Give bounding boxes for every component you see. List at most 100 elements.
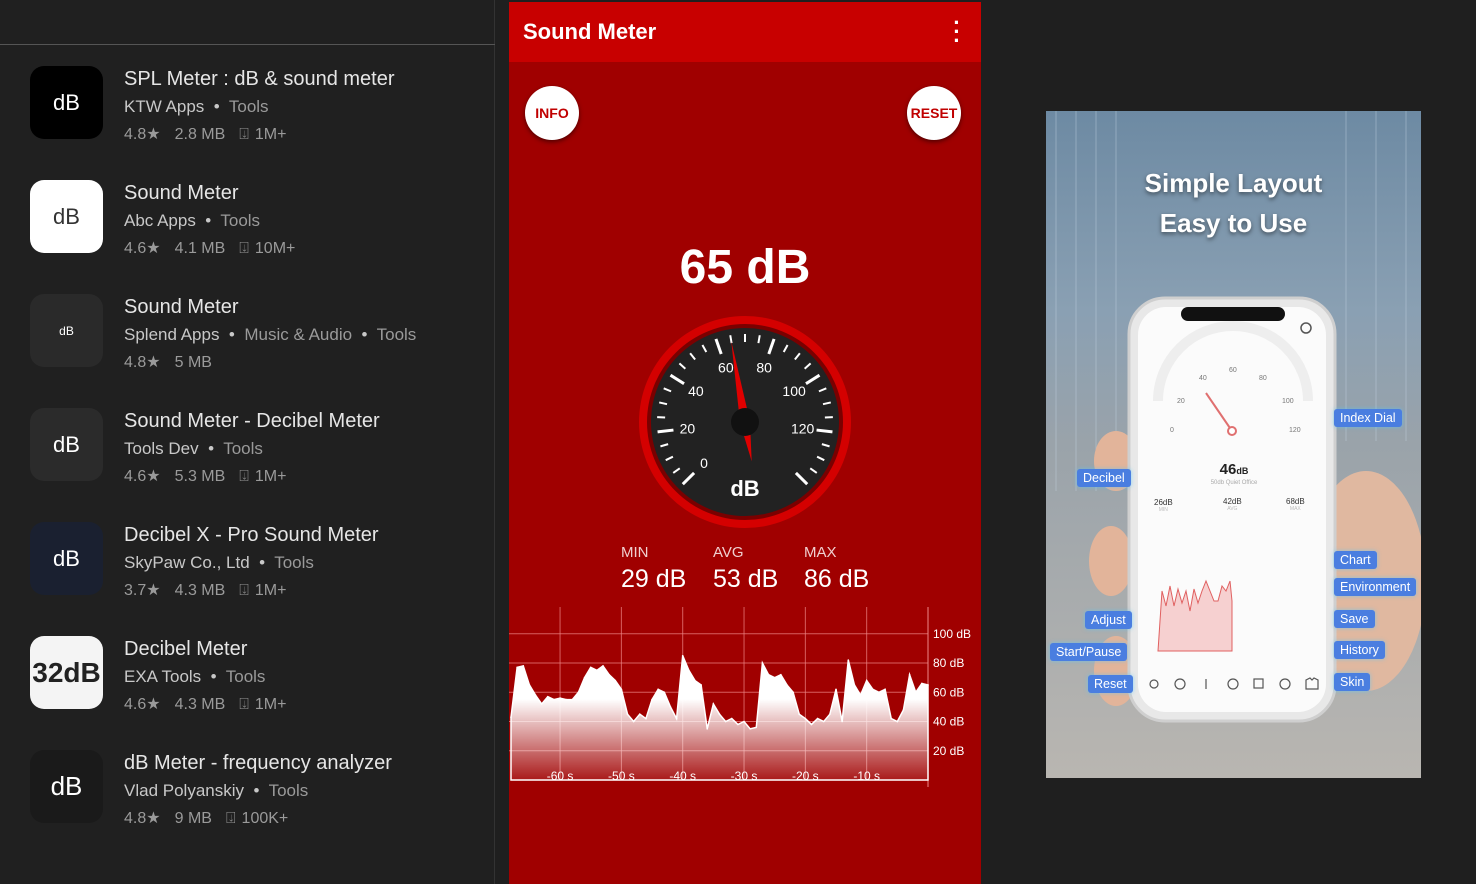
app-developer: Tools Dev <box>124 439 199 458</box>
app-icon: dB <box>30 750 103 823</box>
level-area-series <box>510 655 929 781</box>
min-label: MIN <box>621 544 649 561</box>
level-point <box>810 723 813 726</box>
app-list-item[interactable]: dB Sound Meter Splend Apps • Music & Aud… <box>30 294 490 384</box>
label-history: History <box>1334 641 1385 659</box>
app-icon: 32dB <box>30 636 103 709</box>
level-point <box>767 673 770 676</box>
level-point <box>620 688 623 691</box>
app-list-item[interactable]: 32dB Decibel Meter EXA Tools • Tools 4.6… <box>30 636 490 726</box>
level-point <box>571 698 574 701</box>
y-tick-label: 40 dB <box>933 715 964 729</box>
max-stat: MAX 86 dB <box>804 544 869 594</box>
level-point <box>841 720 843 723</box>
app-list-item[interactable]: dB Decibel X - Pro Sound Meter SkyPaw Co… <box>30 522 490 612</box>
info-button[interactable]: INFO <box>525 86 579 140</box>
level-point <box>755 726 758 729</box>
app-category: Tools <box>274 553 314 572</box>
reset-button[interactable]: RESET <box>907 86 961 140</box>
headline-line-1: Simple Layout <box>1144 168 1323 198</box>
app-rating: 4.8★ <box>124 126 161 143</box>
promo-max-label: MAX <box>1289 506 1301 512</box>
level-point <box>780 673 782 676</box>
level-point <box>743 720 745 723</box>
level-point <box>847 659 850 661</box>
promo-dial-tick: 120 <box>1289 427 1301 434</box>
app-icon-text: dB <box>53 431 80 457</box>
app-category: Tools <box>220 211 261 230</box>
app-list-item[interactable]: dB SPL Meter : dB & sound meter KTW Apps… <box>30 66 490 156</box>
app-list-item[interactable]: dB Sound Meter - Decibel Meter Tools Dev… <box>30 408 490 498</box>
level-point <box>914 691 917 694</box>
app-icon: dB <box>30 408 103 481</box>
gauge-tick-label: 0 <box>700 455 708 471</box>
download-icon: ⍗ <box>239 468 249 485</box>
avg-value: 53 dB <box>713 565 779 593</box>
level-point <box>608 673 610 676</box>
app-size: 4.3 MB <box>174 696 226 713</box>
app-category: Tools <box>376 325 417 344</box>
level-point <box>663 691 666 694</box>
more-menu-icon[interactable]: · · · <box>953 12 961 52</box>
min-value: 29 dB <box>621 565 687 593</box>
y-tick-label: 60 dB <box>933 685 964 699</box>
x-tick-label: -60 s <box>547 769 574 783</box>
gauge-tick-label: 40 <box>688 383 704 399</box>
app-rating: 3.7★ <box>124 582 161 599</box>
x-tick-label: -40 s <box>669 769 696 783</box>
level-point <box>724 720 727 723</box>
promo-dial-tick: 80 <box>1259 375 1267 382</box>
app-downloads: 1M+ <box>254 582 287 599</box>
promo-avg: 42dB AVG <box>1223 497 1242 512</box>
app-icon: dB <box>30 66 103 139</box>
level-point <box>737 723 739 726</box>
promo-avg-value: 42dB <box>1223 497 1242 506</box>
app-downloads: 10M+ <box>254 240 296 257</box>
max-value: 86 dB <box>804 565 870 593</box>
min-stat: MIN 29 dB <box>621 544 686 594</box>
download-icon: ⍗ <box>239 240 249 257</box>
app-title: Sound Meter <box>124 296 239 318</box>
gauge-tick <box>657 428 674 434</box>
app-icon: dB <box>30 180 103 253</box>
current-level: 65 dB <box>679 241 811 294</box>
max-label: MAX <box>804 544 837 561</box>
y-tick-label: 20 dB <box>933 744 964 758</box>
label-decibel: Decibel <box>1077 469 1131 487</box>
x-tick-label: -50 s <box>608 769 635 783</box>
app-title: Decibel Meter <box>124 638 248 660</box>
app-developer: KTW Apps <box>124 97 205 116</box>
app-developer: Splend Apps <box>124 325 220 344</box>
level-point <box>583 676 586 679</box>
app-rating: 4.6★ <box>124 696 161 713</box>
promo-max: 68dB MAX <box>1286 497 1305 512</box>
app-category: Tools <box>225 667 266 686</box>
promo-dial-tick: 60 <box>1229 367 1237 374</box>
level-point <box>786 684 788 686</box>
label-adjust: Adjust <box>1085 611 1132 629</box>
y-tick-label: 100 dB <box>933 627 971 641</box>
app-list-item[interactable]: dB dB Meter - frequency analyzer Vlad Po… <box>30 750 490 840</box>
label-chart: Chart <box>1334 551 1377 569</box>
download-icon: ⍗ <box>239 126 249 143</box>
level-point <box>822 720 825 723</box>
sound-meter-screenshot: Sound Meter · · · INFO RESET 65 dB 0 20 40 60… <box>509 2 981 884</box>
app-icon-text: dB <box>53 89 80 115</box>
level-point <box>921 682 923 685</box>
promo-avg-label: AVG <box>1227 506 1238 512</box>
gauge-tick-label: 80 <box>756 359 772 375</box>
promo-dial-tick: 20 <box>1177 398 1185 405</box>
level-point <box>651 698 653 701</box>
gauge-tick <box>816 428 833 434</box>
level-point <box>700 684 702 686</box>
level-point <box>577 691 580 694</box>
app-developer: Abc Apps <box>124 211 196 230</box>
level-point <box>559 697 561 699</box>
level-point <box>865 679 868 682</box>
level-point <box>706 728 709 730</box>
history-chart: 100 dB 80 dB 60 dB 40 dB 20 dB -60 s -50 s -40 … <box>509 607 971 787</box>
headline-line-2: Easy to Use <box>1159 208 1308 238</box>
promo-image: Simple Layout Easy to Use 0 20 40 60 80 100 12… <box>1046 111 1421 778</box>
level-point <box>798 713 801 715</box>
app-list-item[interactable]: dB Sound Meter Abc Apps • Tools 4.6★ 4.1 … <box>30 180 490 270</box>
